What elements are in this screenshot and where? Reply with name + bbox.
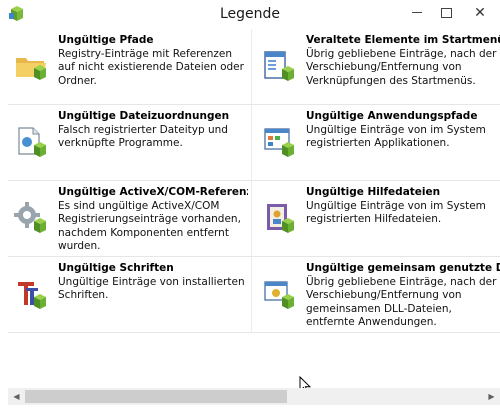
scroll-left-button[interactable]: ◀ <box>8 388 25 405</box>
legend-item-obsolete-start-menu: Veraltete Elemente im Startmenü Übrig ge… <box>256 29 500 105</box>
item-title: Ungültige ActiveX/COM-Referenzen <box>58 186 248 198</box>
arrow-right-icon: ▶ <box>488 392 495 401</box>
legend-item-invalid-shared-dlls: Ungültige gemeinsam genutzte DLLs Übrig … <box>256 257 500 333</box>
item-title: Ungültige Dateizuordnungen <box>58 110 230 122</box>
legend-item-invalid-application-paths: Ungültige Anwendungspfade Ungültige Eint… <box>256 105 500 181</box>
item-description: Ungültige Einträge von im System registr… <box>306 124 486 150</box>
item-description: Übrig gebliebene Einträge, nach der Vers… <box>306 276 497 329</box>
folder-icon <box>16 58 46 80</box>
start-menu-icon <box>264 51 294 81</box>
item-title: Ungültige Anwendungspfade <box>306 110 478 122</box>
maximize-icon <box>440 7 452 18</box>
column-divider <box>251 29 252 333</box>
legend-item-invalid-help-files: Ungültige Hilfedateien Ungültige Einträg… <box>256 181 500 257</box>
item-title: Ungültige Pfade <box>58 34 154 46</box>
legend-item-invalid-activex-com: Ungültige ActiveX/COM-Referenzen Es sind… <box>8 181 248 257</box>
legend-item-invalid-file-associations: Ungültige Dateizuordnungen Falsch regist… <box>8 105 248 181</box>
arrow-left-icon: ◀ <box>13 392 20 401</box>
item-title: Veraltete Elemente im Startmenü <box>306 34 500 46</box>
horizontal-scrollbar[interactable]: ◀ ▶ <box>8 388 500 405</box>
scroll-right-button[interactable]: ▶ <box>483 388 500 405</box>
item-title: Ungültige gemeinsam genutzte DLLs <box>306 262 500 274</box>
minimize-icon <box>412 12 422 13</box>
scrollbar-thumb[interactable] <box>25 390 287 403</box>
font-icon <box>18 282 46 309</box>
item-description: Ungültige Einträge von installierten Sch… <box>58 276 245 302</box>
application-window-icon <box>264 128 294 157</box>
close-button[interactable]: ✕ <box>460 2 500 24</box>
item-title: Ungültige Hilfedateien <box>306 186 441 198</box>
item-description: Falsch registrierter Dateityp und verknü… <box>58 124 228 150</box>
item-description: Ungültige Einträge von im System registr… <box>306 200 486 226</box>
item-description: Registry-Einträge mit Referenzen auf nic… <box>58 48 244 87</box>
gear-icon <box>14 202 46 233</box>
item-description: Es sind ungültige ActiveX/COM Registrier… <box>58 200 241 253</box>
legend-item-invalid-fonts: Ungültige Schriften Ungültige Einträge v… <box>8 257 248 333</box>
maximize-button[interactable] <box>434 2 458 24</box>
legend-grid[interactable]: Ungültige Pfade Registry-Einträge mit Re… <box>8 29 500 386</box>
file-association-icon <box>18 127 46 157</box>
item-title: Ungültige Schriften <box>58 262 174 274</box>
legend-window: Legende ✕ Ungültige Pfade Registry-Eintr… <box>0 0 500 413</box>
help-book-icon <box>267 204 294 233</box>
close-icon: ✕ <box>474 5 486 21</box>
legend-item-invalid-paths: Ungültige Pfade Registry-Einträge mit Re… <box>8 29 248 105</box>
shared-dll-icon <box>264 281 294 309</box>
item-description: Übrig gebliebene Einträge, nach der Vers… <box>306 48 497 87</box>
minimize-button[interactable] <box>405 2 429 24</box>
title-bar[interactable]: Legende ✕ <box>0 0 500 29</box>
